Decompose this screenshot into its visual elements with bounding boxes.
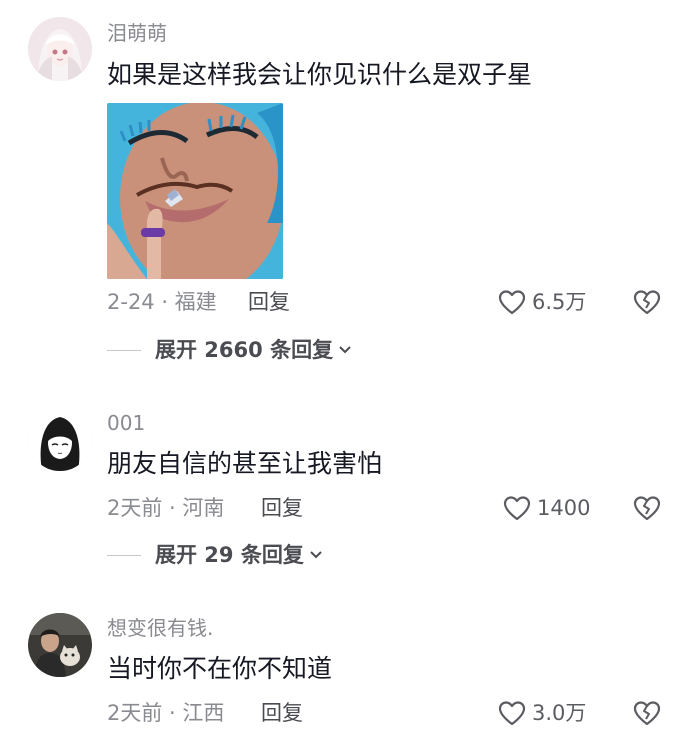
comment-username[interactable]: 想变很有钱. <box>107 615 213 641</box>
dislike-button[interactable] <box>632 699 662 727</box>
comment-item: 想变很有钱. 当时你不在你不知道 2天前 · 江西 回复 3.0万 <box>0 0 690 734</box>
avatar[interactable] <box>28 613 92 677</box>
heart-outline-icon <box>498 700 526 726</box>
comment-text: 当时你不在你不知道 <box>107 654 333 683</box>
comment-meta: 2天前 · 江西 <box>107 701 225 725</box>
reply-button[interactable]: 回复 <box>261 699 303 727</box>
like-button[interactable]: 3.0万 <box>498 699 586 727</box>
like-count: 3.0万 <box>532 701 587 725</box>
broken-heart-icon <box>632 699 662 727</box>
